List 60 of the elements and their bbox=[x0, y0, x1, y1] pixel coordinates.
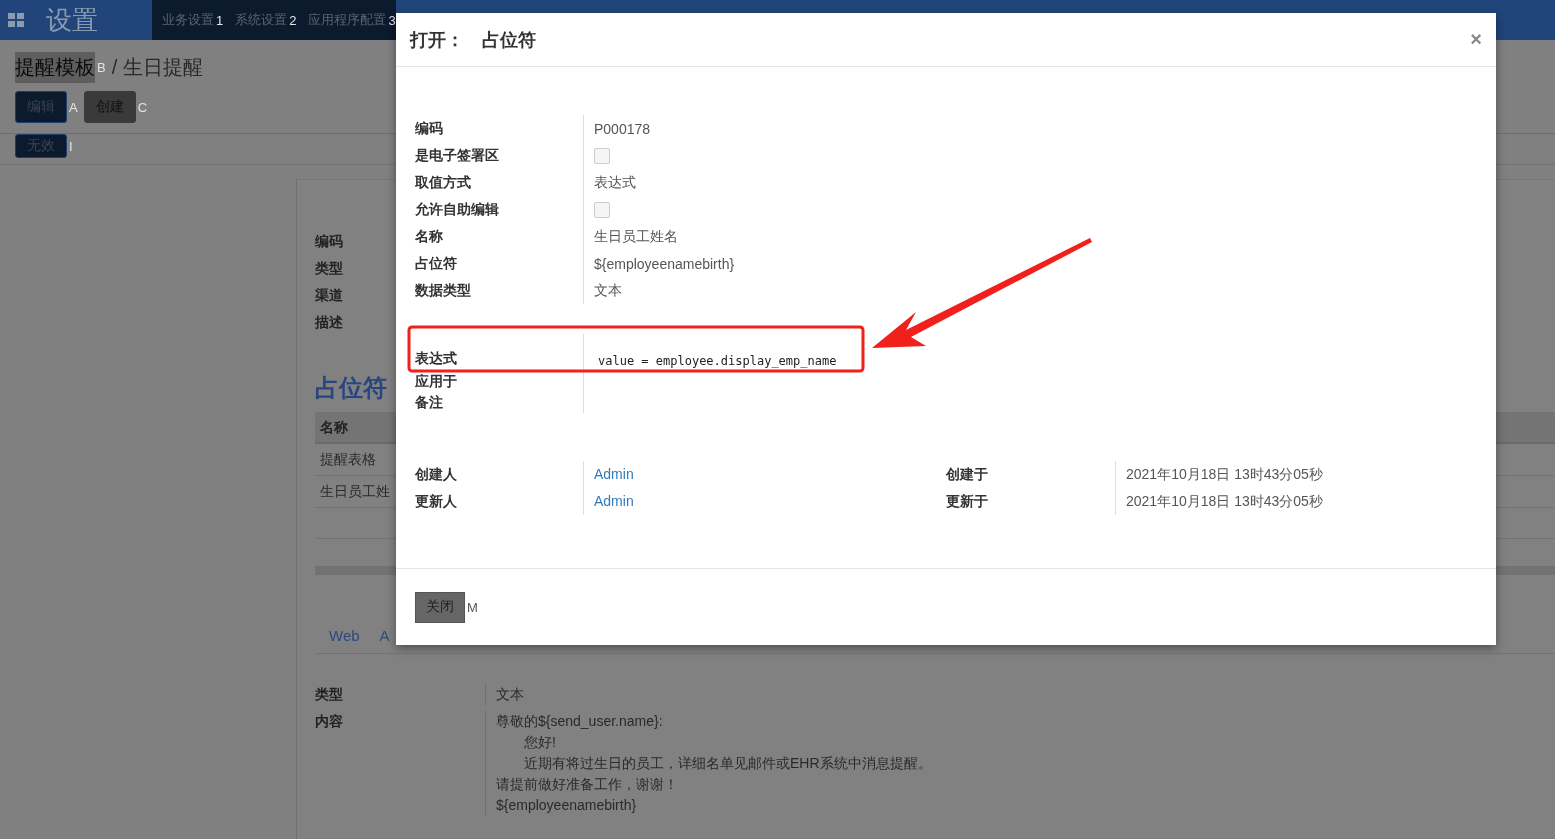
field-label: 编码 bbox=[315, 232, 343, 251]
close-button[interactable]: 关闭 bbox=[415, 591, 465, 623]
field-label: 名称 bbox=[415, 227, 444, 246]
field-label: 数据类型 bbox=[415, 281, 472, 300]
field-label: 渠道 bbox=[315, 286, 343, 305]
field-value: value = employee.display_emp_name bbox=[597, 354, 837, 368]
hotkey-hint: 2 bbox=[289, 12, 297, 28]
tab[interactable]: A bbox=[379, 627, 390, 653]
breadcrumb-link[interactable]: 提醒模板 bbox=[15, 52, 95, 83]
field-label: 是电子签署区 bbox=[415, 146, 500, 165]
field-value: ${employeenamebirth} bbox=[594, 255, 735, 272]
field-label: 更新人 bbox=[415, 492, 458, 511]
hotkey-hint: I bbox=[69, 138, 73, 154]
field-label: 更新于 bbox=[946, 492, 989, 511]
user-link[interactable]: Admin bbox=[594, 466, 634, 482]
field-value: 文本 bbox=[496, 685, 525, 704]
field-label: 备注 bbox=[415, 393, 444, 412]
field-value: P000178 bbox=[594, 120, 651, 137]
hotkey-hint: 1 bbox=[216, 12, 224, 28]
field-value: 文本 bbox=[594, 281, 622, 300]
field-value: 您好! bbox=[523, 733, 557, 752]
breadcrumb-current: 生日提醒 bbox=[123, 55, 204, 80]
field-label: 允许自助编辑 bbox=[415, 200, 500, 219]
field-value: ${employeenamebirth} bbox=[496, 796, 638, 815]
close-button[interactable]: × bbox=[1470, 28, 1482, 51]
menu-item[interactable]: 业务设置 bbox=[162, 11, 214, 29]
breadcrumb-separator: / bbox=[111, 56, 118, 79]
field-label: 表达式 bbox=[415, 349, 458, 368]
menu-item[interactable]: 应用程序配置 bbox=[308, 11, 387, 29]
field-value: 请提前做好准备工作，谢谢！ bbox=[496, 775, 679, 794]
user-link[interactable]: Admin bbox=[594, 493, 634, 509]
apps-grid-icon[interactable] bbox=[8, 13, 24, 27]
tab[interactable]: Web bbox=[329, 627, 360, 653]
field-label: 创建人 bbox=[415, 465, 458, 484]
field-label: 内容 bbox=[315, 712, 344, 731]
field-label: 占位符 bbox=[415, 254, 458, 273]
field-label: 应用于 bbox=[415, 372, 458, 391]
field-label: 创建于 bbox=[946, 465, 989, 484]
app-title: 设置 bbox=[46, 3, 98, 37]
checkbox[interactable] bbox=[594, 201, 610, 218]
hotkey-hint: C bbox=[137, 99, 148, 115]
field-label: 取值方式 bbox=[415, 173, 472, 192]
field-value: 2021年10月18日 13时43分05秒 bbox=[1126, 493, 1323, 509]
hotkey-hint: M bbox=[467, 599, 478, 615]
dialog-title: 打开： 占位符 bbox=[410, 28, 536, 52]
field-value: 近期有将过生日的员工，详细名单见邮件或EHR系统中消息提醒。 bbox=[523, 754, 933, 773]
field-label: 编码 bbox=[415, 119, 444, 138]
field-value: 2021年10月18日 13时43分05秒 bbox=[1126, 466, 1323, 482]
checkbox[interactable] bbox=[594, 147, 610, 164]
field-label: 类型 bbox=[315, 259, 343, 278]
hotkey-hint: 3 bbox=[388, 12, 396, 28]
menu-item[interactable]: 系统设置 bbox=[235, 11, 288, 29]
field-value: 表达式 bbox=[594, 173, 636, 192]
section-title: 占位符 bbox=[315, 373, 387, 403]
hotkey-hint: B bbox=[97, 60, 106, 75]
field-value: 尊敬的${send_user.name}: bbox=[496, 712, 664, 731]
field-label: 描述 bbox=[315, 313, 343, 332]
hotkey-hint: A bbox=[69, 99, 78, 115]
field-value: 生日员工姓名 bbox=[594, 227, 678, 246]
field-label: 类型 bbox=[315, 685, 344, 704]
